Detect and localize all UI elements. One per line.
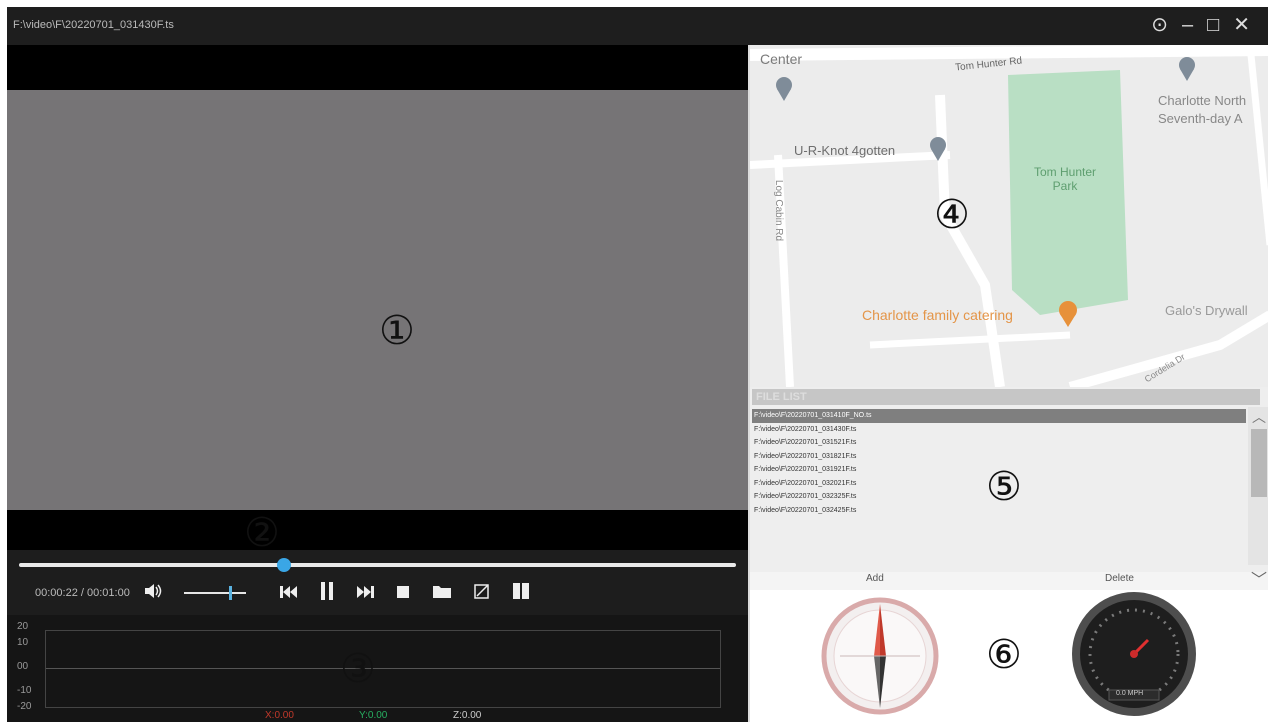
progress-bar[interactable] [19, 563, 736, 567]
scroll-up-icon[interactable]: ︿ [1248, 407, 1268, 425]
speed-readout: 0.0 MPH [1116, 690, 1144, 697]
legend-y: Y:0.00 [359, 710, 388, 721]
file-list-item[interactable]: F:\video\F\20220701_031410F_NO.ts [752, 409, 1246, 423]
volume-slider[interactable] [183, 583, 246, 603]
legend-z: Z:0.00 [453, 710, 482, 721]
map-label: Charlotte North [1158, 93, 1247, 108]
map-label: Tom Hunter Park [1033, 165, 1097, 193]
previous-icon[interactable] [279, 583, 298, 604]
file-list-scrollbar[interactable]: ︿ [1248, 407, 1268, 565]
callout-5: ⑤ [986, 464, 1022, 510]
zero-line [46, 668, 720, 669]
gsensor-graph: 20 10 00 -10 -20 X:0.00 Y:0.00 Z:0.00 [7, 615, 748, 722]
callout-2: ② [244, 510, 280, 556]
settings-icon[interactable]: ⊙ [1151, 13, 1168, 37]
map-view[interactable]: Center Tom Hunter Rd U-R-Knot 4gotten Lo… [750, 45, 1268, 387]
folder-icon[interactable] [432, 583, 452, 604]
callout-3: ③ [340, 646, 376, 692]
file-list-item[interactable]: F:\video\F\20220701_031430F.ts [752, 423, 1246, 437]
scroll-down-icon[interactable]: ﹀ [1251, 566, 1267, 590]
player-panel: ① ② 00:00:22 / 00:01:00 20 10 00 -10 -20… [7, 45, 748, 722]
stop-icon[interactable] [396, 583, 410, 604]
legend-x: X:0.00 [265, 710, 294, 721]
map-label: Center [760, 51, 803, 67]
file-list-header: FILE LIST [752, 389, 1260, 405]
delete-button[interactable]: Delete [1105, 573, 1134, 584]
map-label: U-R-Knot 4gotten [794, 143, 896, 158]
file-list-actions: Add Delete ﹀ [750, 570, 1268, 590]
control-buttons: 00:00:22 / 00:01:00 [7, 578, 748, 608]
y-label: -10 [17, 685, 32, 696]
add-button[interactable]: Add [866, 573, 884, 584]
snapshot-icon[interactable] [474, 583, 490, 604]
y-label: 00 [17, 661, 29, 672]
progress-thumb[interactable] [277, 558, 292, 572]
y-label: 10 [17, 637, 29, 648]
maximize-icon[interactable]: □ [1207, 13, 1219, 37]
y-label: 20 [17, 621, 29, 632]
next-icon[interactable] [356, 583, 374, 604]
video-display[interactable] [7, 90, 748, 510]
side-panel: Center Tom Hunter Rd U-R-Knot 4gotten Lo… [748, 45, 1268, 722]
file-list-item[interactable]: F:\video\F\20220701_031821F.ts [752, 450, 1246, 464]
split-icon[interactable] [512, 582, 530, 605]
map-label: Galo's Drywall [1165, 303, 1248, 318]
playback-controls: 00:00:22 / 00:01:00 [7, 550, 748, 615]
pause-icon[interactable] [320, 581, 334, 605]
map-label: Log Cabin Rd [773, 179, 785, 242]
compass-icon [821, 597, 939, 715]
speedometer-icon [1072, 592, 1196, 716]
window-title: F:\video\F\20220701_031430F.ts [13, 19, 174, 31]
scroll-thumb[interactable] [1251, 429, 1267, 497]
minimize-icon[interactable]: – [1182, 13, 1193, 37]
map-label: Seventh-day A [1158, 111, 1243, 126]
time-display: 00:00:22 / 00:01:00 [35, 587, 130, 599]
title-bar: F:\video\F\20220701_031430F.ts ⊙ – □ ✕ [7, 7, 1268, 45]
graph-plot-area [45, 630, 721, 708]
callout-6: ⑥ [986, 632, 1022, 678]
volume-icon[interactable] [144, 583, 162, 604]
callout-1: ① [379, 308, 415, 354]
window-controls: ⊙ – □ ✕ [1151, 13, 1250, 37]
close-icon[interactable]: ✕ [1233, 13, 1250, 37]
map-label: Charlotte family catering [862, 307, 1013, 323]
file-list-item[interactable]: F:\video\F\20220701_031521F.ts [752, 436, 1246, 450]
callout-4: ④ [934, 192, 970, 238]
y-label: -20 [17, 701, 32, 712]
